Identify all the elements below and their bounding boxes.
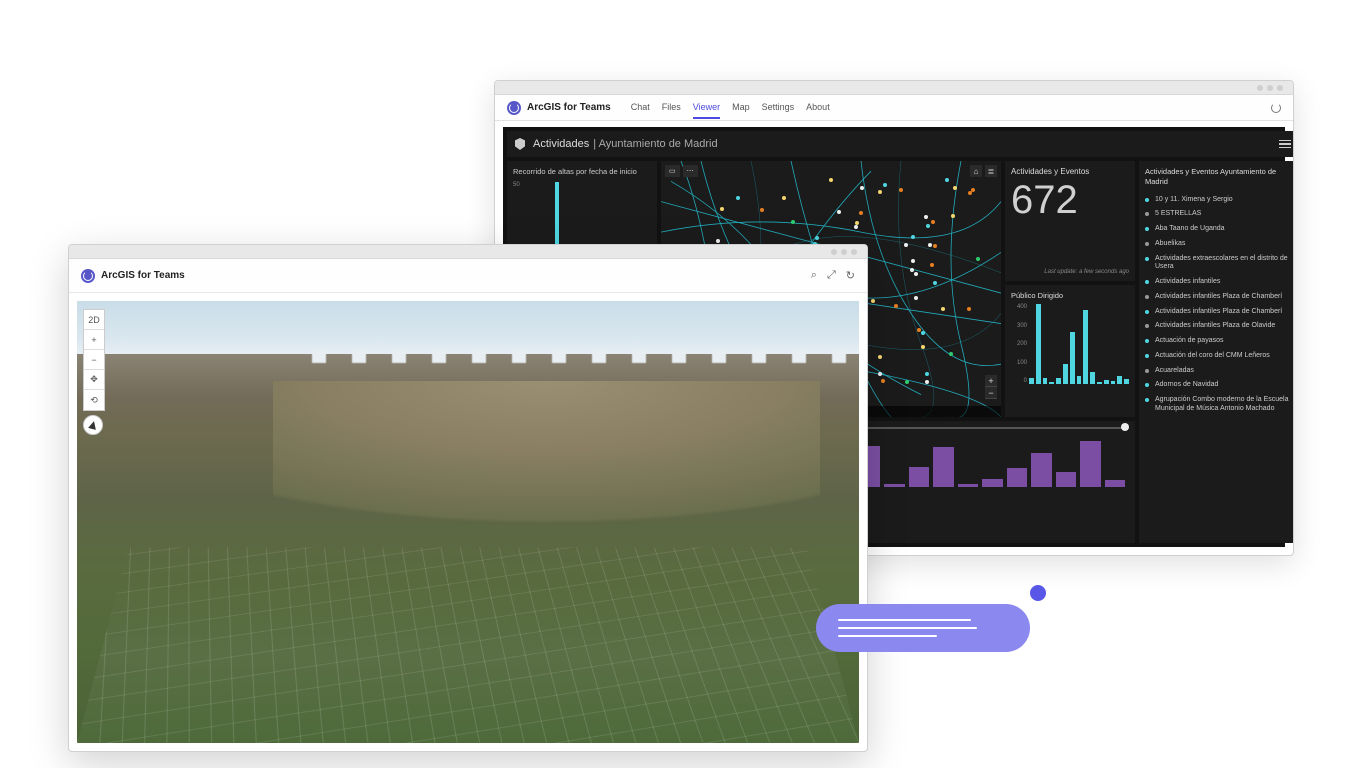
zoom-out-button[interactable]: − — [84, 350, 104, 370]
city-overlay — [77, 547, 859, 743]
scene-tool-stack: 2D + − ✥ ⟲ — [83, 309, 105, 411]
pan-icon[interactable]: ✥ — [84, 370, 104, 390]
arcgis-logo-icon — [81, 269, 95, 283]
y-tick: 300 — [1011, 323, 1027, 329]
app-title: ArcGIS for Teams — [527, 102, 611, 113]
view-2d-button[interactable]: 2D — [84, 310, 104, 330]
panel-publico: Público Dirigido 400 300 200 100 0 — [1005, 285, 1135, 417]
big-number: 672 — [1011, 180, 1129, 220]
dashboard-subtitle: | Ayuntamiento de Madrid — [593, 138, 717, 150]
hamburger-icon[interactable] — [1279, 140, 1291, 149]
list-item[interactable]: Adornos de Navidad — [1145, 378, 1293, 393]
list-item[interactable]: Acuareladas — [1145, 364, 1293, 379]
dashboard-titlebar: Actividades | Ayuntamiento de Madrid — [507, 131, 1294, 157]
compass-icon[interactable] — [83, 415, 103, 435]
panel-title: Recorrido de altas por fecha de inicio — [513, 167, 651, 176]
dashboard-title: Actividades — [533, 138, 589, 150]
nav-files[interactable]: Files — [662, 96, 681, 119]
y-tick: 400 — [1011, 304, 1027, 310]
list-item[interactable]: Actividades infantiles Plaza de Olavide — [1145, 319, 1293, 334]
y-tick: 100 — [1011, 360, 1027, 366]
app-title: ArcGIS for Teams — [101, 270, 185, 281]
y-tick: 200 — [1011, 341, 1027, 347]
app-header: ArcGIS for Teams Chat Files Viewer Map S… — [495, 95, 1293, 121]
y-tick: 50 — [513, 182, 527, 188]
publico-chart: 400 300 200 100 0 — [1011, 304, 1129, 394]
nav-map[interactable]: Map — [732, 96, 750, 119]
list-item[interactable]: Actuación del coro del CMM Leñeros — [1145, 349, 1293, 364]
panel-title: Actividades y Eventos — [1011, 167, 1129, 176]
list-title: Actividades y Eventos Ayuntamiento de Ma… — [1145, 167, 1293, 187]
refresh-button[interactable] — [1271, 103, 1281, 113]
header-action-icons: ⌕ ⤢ ↻ — [811, 269, 855, 282]
refresh-icon[interactable]: ↻ — [846, 269, 855, 282]
nav-chat[interactable]: Chat — [631, 96, 650, 119]
panel-big-number: Actividades y Eventos 672 Last update: a… — [1005, 161, 1135, 281]
list-item[interactable]: Actividades infantiles — [1145, 275, 1293, 290]
nav-tabs: Chat Files Viewer Map Settings About — [631, 96, 830, 119]
chat-bubble-dot — [1030, 585, 1046, 601]
window-titlebar — [69, 245, 867, 259]
nav-about[interactable]: About — [806, 96, 830, 119]
app-header: ArcGIS for Teams ⌕ ⤢ ↻ — [69, 259, 867, 293]
zoom-in-button[interactable]: + — [84, 330, 104, 350]
chat-bubble — [816, 604, 1030, 652]
scene-3d-view[interactable] — [77, 301, 859, 743]
panel-event-list: Actividades y Eventos Ayuntamiento de Ma… — [1139, 161, 1294, 543]
list-item[interactable]: Actividades extraescolares en el distrit… — [1145, 252, 1293, 276]
rotate-icon[interactable]: ⟲ — [84, 390, 104, 410]
list-item[interactable]: Actividades infantiles Plaza de Chamberí — [1145, 305, 1293, 320]
list-item[interactable]: Agrupación Combo moderno de la Escuela M… — [1145, 393, 1293, 417]
traffic-lights — [831, 249, 857, 255]
panel-title: Público Dirigido — [1011, 291, 1129, 300]
nav-settings[interactable]: Settings — [762, 96, 795, 119]
chat-icon[interactable]: ⌕ — [811, 269, 817, 282]
traffic-lights — [1257, 85, 1283, 91]
refresh-icon — [1271, 103, 1281, 113]
last-update: Last update: a few seconds ago — [1011, 269, 1129, 275]
y-tick: 0 — [1011, 378, 1027, 384]
window-titlebar — [495, 81, 1293, 95]
list-item[interactable]: Aba Taano de Uganda — [1145, 222, 1293, 237]
list-item[interactable]: Actividades infantiles Plaza de Chamberí — [1145, 290, 1293, 305]
arcgis-logo-icon — [507, 101, 521, 115]
list-item[interactable]: 10 y 11. Ximena y Sergio — [1145, 193, 1293, 208]
collapse-icon[interactable]: ⤢ — [827, 269, 836, 282]
list-item[interactable]: 5 ESTRELLAS — [1145, 207, 1293, 222]
scene-window: ArcGIS for Teams ⌕ ⤢ ↻ 2D + − ✥ ⟲ — [68, 244, 868, 752]
list-item[interactable]: Abuelikas — [1145, 237, 1293, 252]
shield-icon — [515, 138, 525, 150]
nav-viewer[interactable]: Viewer — [693, 96, 720, 119]
list-item[interactable]: Actuación de payasos — [1145, 334, 1293, 349]
